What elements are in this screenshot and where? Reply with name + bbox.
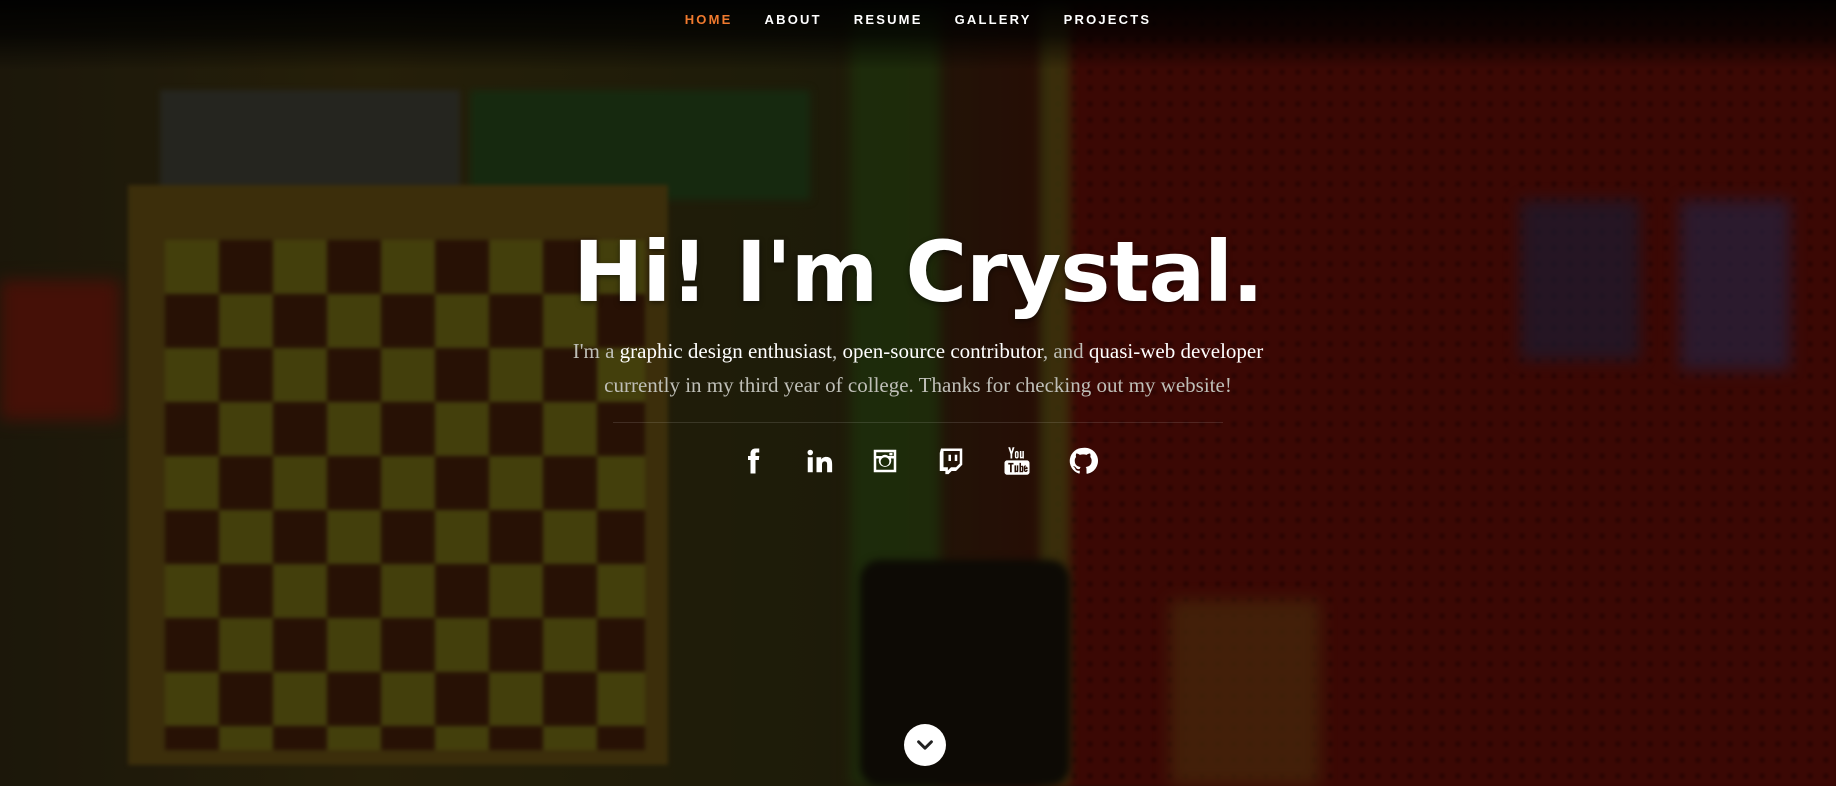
intro-text-2: , — [831, 339, 843, 363]
twitch-icon[interactable] — [933, 443, 969, 479]
intro-text-4: currently in my third year of college. T… — [604, 373, 1232, 397]
hero-title: Hi! I'm Crystal. — [573, 223, 1264, 321]
youtube-icon[interactable] — [999, 443, 1035, 479]
hero-divider — [613, 422, 1223, 423]
instagram-icon[interactable] — [867, 443, 903, 479]
linkedin-icon[interactable] — [801, 443, 837, 479]
hero-intro: I'm a graphic design enthusiast, open-so… — [558, 334, 1278, 402]
intro-highlight-web-developer: quasi-web developer — [1088, 339, 1264, 363]
nav-projects[interactable]: PROJECTS — [1064, 12, 1152, 27]
intro-highlight-open-source: open-source contributor — [842, 339, 1043, 363]
intro-text-1: I'm a — [572, 339, 620, 363]
github-icon[interactable] — [1065, 443, 1101, 479]
main-nav: HOME ABOUT RESUME GALLERY PROJECTS — [0, 0, 1836, 38]
nav-gallery[interactable]: GALLERY — [955, 12, 1032, 27]
social-links — [0, 443, 1836, 479]
chevron-down-icon — [917, 740, 933, 750]
intro-highlight-graphic-design: graphic design enthusiast — [619, 339, 832, 363]
nav-home[interactable]: HOME — [685, 12, 733, 27]
intro-text-3: , and — [1042, 339, 1089, 363]
scroll-down-button[interactable] — [904, 724, 946, 766]
hero-section: Hi! I'm Crystal. I'm a graphic design en… — [0, 222, 1836, 479]
nav-about[interactable]: ABOUT — [765, 12, 822, 27]
nav-resume[interactable]: RESUME — [854, 12, 923, 27]
facebook-icon[interactable] — [735, 443, 771, 479]
